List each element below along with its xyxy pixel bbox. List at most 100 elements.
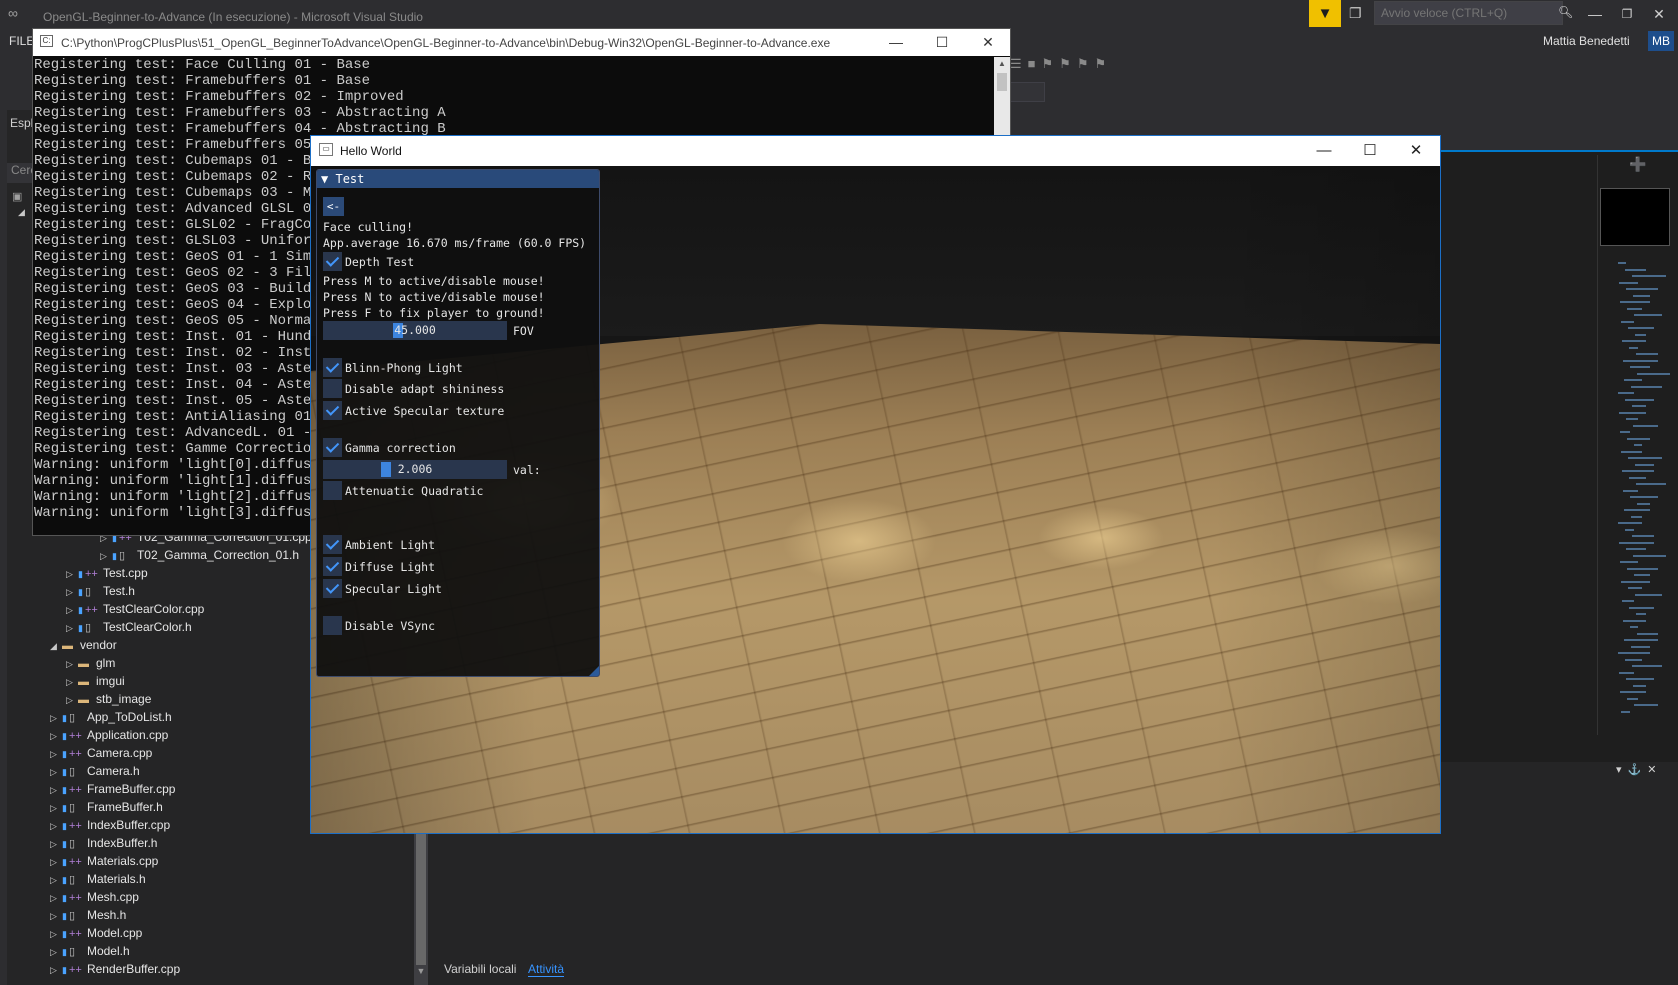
scroll-up-icon[interactable]: ▲ (994, 59, 1010, 68)
back-button[interactable]: <- (323, 197, 344, 216)
chevron-right-icon[interactable]: ▷ (50, 799, 62, 817)
user-name[interactable]: Mattia Benedetti (1543, 34, 1630, 48)
search-icon[interactable]: 🔍︎ (1558, 5, 1573, 19)
tab-locals[interactable]: Variabili locali (444, 962, 516, 976)
tree-item[interactable]: ▷ ▮ ++ RenderBuffer.cpp (50, 960, 180, 978)
tree-item[interactable]: ▷ ▮ ++ Materials.cpp (50, 852, 158, 870)
tree-item[interactable]: ▷ ▮ ++ Model.cpp (50, 924, 142, 942)
chevron-down-icon[interactable]: ◢ (18, 207, 25, 218)
chevron-right-icon[interactable]: ▷ (50, 781, 62, 799)
solution-explorer-tab[interactable]: Espl (10, 116, 33, 130)
panel-controls[interactable]: ▾⚓✕ (1616, 763, 1662, 776)
source-control-lock-icon: ▮ (62, 821, 67, 831)
tree-item[interactable]: ▷ ▮ ▯ Model.h (50, 942, 130, 960)
active-specular-checkbox[interactable] (323, 401, 342, 420)
tree-item[interactable]: ◢ ▬ vendor (50, 636, 117, 654)
tree-item[interactable]: ▷ ▮ ++ Application.cpp (50, 726, 168, 744)
hw-close-button[interactable]: ✕ (1393, 136, 1439, 166)
tree-item[interactable]: ▷ ▮ ▯ TestClearColor.h (66, 618, 192, 636)
chevron-right-icon[interactable]: ▷ (66, 619, 78, 637)
tree-item[interactable]: ▷ ▮ ++ Camera.cpp (50, 744, 152, 762)
quick-launch-box[interactable] (1374, 1, 1563, 25)
vs-close-button[interactable]: ✕ (1644, 0, 1674, 28)
vs-restore-button[interactable]: ❐ (1612, 0, 1642, 28)
depth-test-checkbox[interactable] (323, 252, 342, 271)
console-minimize-button[interactable]: — (873, 29, 919, 56)
chevron-right-icon[interactable]: ▷ (50, 889, 62, 907)
chevron-down-icon[interactable]: ◢ (50, 637, 62, 655)
menu-file[interactable]: FILE (9, 34, 34, 48)
blinn-phong-checkbox[interactable] (323, 358, 342, 377)
chevron-right-icon[interactable]: ▷ (66, 583, 78, 601)
chevron-right-icon[interactable]: ▷ (50, 853, 62, 871)
tree-item[interactable]: ▷ ▮ ▯ FrameBuffer.h (50, 798, 163, 816)
disable-vsync-checkbox[interactable] (323, 616, 342, 635)
hw-maximize-button[interactable]: ☐ (1347, 136, 1393, 166)
tree-item[interactable]: ▷ ▮ ▯ Test.h (66, 582, 135, 600)
tree-item[interactable]: ▷ ▮ ++ Test.cpp (66, 564, 148, 582)
hw-minimize-button[interactable]: — (1301, 136, 1347, 166)
chevron-right-icon[interactable]: ▷ (50, 943, 62, 961)
chevron-right-icon[interactable]: ▷ (66, 673, 78, 691)
tree-item[interactable]: ▷ ▮ ▯ App_ToDoList.h (50, 708, 172, 726)
chevron-right-icon[interactable]: ▷ (50, 727, 62, 745)
chevron-right-icon[interactable]: ▷ (66, 691, 78, 709)
feedback-icon[interactable]: ❐ (1349, 5, 1362, 22)
tree-item[interactable]: ▷ ▮ ▯ IndexBuffer.h (50, 834, 157, 852)
attenuation-checkbox[interactable] (323, 481, 342, 500)
specular-light-checkbox[interactable] (323, 579, 342, 598)
fov-slider[interactable]: 45.000 (323, 321, 507, 340)
scrollbar-thumb[interactable] (997, 73, 1007, 91)
chevron-right-icon[interactable]: ▷ (66, 565, 78, 583)
chevron-right-icon[interactable]: ▷ (100, 547, 112, 565)
split-editor-icon[interactable]: ➕ (1629, 156, 1646, 173)
gamma-correction-checkbox[interactable] (323, 438, 342, 457)
imgui-header[interactable]: ▼ Test (317, 170, 599, 188)
tree-item[interactable]: ▷ ▮ ++ IndexBuffer.cpp (50, 816, 170, 834)
chevron-right-icon[interactable]: ▷ (50, 961, 62, 979)
tree-item[interactable]: ▷ ▮ ++ Mesh.cpp (50, 888, 139, 906)
chevron-right-icon[interactable]: ▷ (50, 763, 62, 781)
gamma-slider[interactable]: 2.006 (323, 460, 507, 479)
quick-launch-input[interactable] (1375, 2, 1562, 24)
chevron-right-icon[interactable]: ▷ (50, 871, 62, 889)
tree-item[interactable]: ▷ ▮ ▯ Mesh.h (50, 906, 126, 924)
tree-item[interactable]: ▷ ▬ imgui (66, 672, 125, 690)
vs-minimize-button[interactable]: — (1580, 0, 1610, 28)
gamma-slider-grab[interactable] (381, 462, 391, 477)
tree-item[interactable]: ▷ ▮ ++ FrameBuffer.cpp (50, 780, 175, 798)
attenuation-label: Attenuatic Quadratic (345, 484, 484, 498)
imgui-test-window[interactable]: ▼ Test <- Face culling! App.average 16.6… (316, 169, 600, 677)
resize-grip[interactable] (589, 666, 599, 676)
chevron-right-icon[interactable]: ▷ (66, 655, 78, 673)
user-avatar[interactable]: MB (1648, 31, 1674, 51)
disable-adapt-checkbox[interactable] (323, 379, 342, 398)
chevron-right-icon[interactable]: ▷ (50, 925, 62, 943)
chevron-right-icon[interactable]: ▷ (50, 907, 62, 925)
hello-world-title-bar[interactable] (311, 136, 1440, 166)
console-title: C:\Python\ProgCPlusPlus\51_OpenGL_Beginn… (61, 36, 831, 50)
tree-item[interactable]: ▷ ▬ glm (66, 654, 115, 672)
chevron-right-icon[interactable]: ▷ (50, 709, 62, 727)
tree-item[interactable]: ▷ ▬ stb_image (66, 690, 151, 708)
collapse-arrow-icon[interactable]: ▼ (321, 172, 328, 186)
chevron-right-icon[interactable]: ▷ (50, 745, 62, 763)
hello-world-window[interactable]: ▭ Hello World — ☐ ✕ ▼ Test <- Face culli… (310, 135, 1441, 834)
diffuse-light-checkbox[interactable] (323, 557, 342, 576)
console-maximize-button[interactable]: ☐ (919, 29, 965, 56)
tree-item[interactable]: ▷ ▮ ++ TestClearColor.cpp (66, 600, 204, 618)
tree-item[interactable]: ▷ ▮ ▯ T02_Gamma_Correction_01.h (100, 546, 299, 564)
opengl-viewport[interactable]: ▼ Test <- Face culling! App.average 16.6… (311, 166, 1440, 833)
chevron-right-icon[interactable]: ▷ (66, 601, 78, 619)
tree-item[interactable]: ▷ ▮ ▯ Camera.h (50, 762, 140, 780)
toolbar-bookmark-icons[interactable]: ☰■⚑⚑⚑⚑ (1010, 56, 1112, 72)
minimap-viewport[interactable] (1600, 188, 1670, 246)
chevron-right-icon[interactable]: ▷ (50, 817, 62, 835)
tab-activity[interactable]: Attività (528, 962, 565, 977)
tree-item[interactable]: ▷ ▮ ▯ Materials.h (50, 870, 146, 888)
scroll-down-icon[interactable]: ▼ (414, 966, 428, 976)
chevron-right-icon[interactable]: ▷ (50, 835, 62, 853)
ambient-light-checkbox[interactable] (323, 535, 342, 554)
console-close-button[interactable]: ✕ (965, 29, 1011, 56)
notification-filter-icon[interactable]: ▼ (1309, 0, 1341, 27)
